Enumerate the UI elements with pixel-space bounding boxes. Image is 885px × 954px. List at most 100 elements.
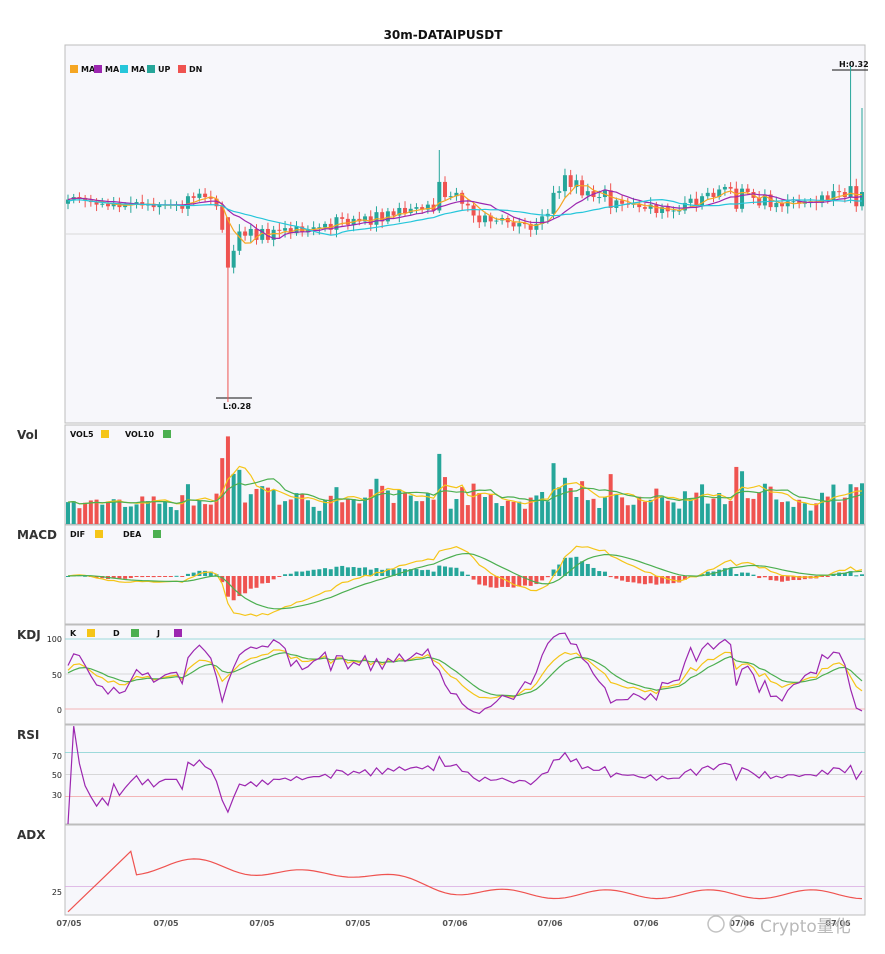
macd-bar: [254, 576, 259, 588]
volume-bar: [557, 487, 562, 524]
macd-bar: [225, 576, 230, 597]
candle-up: [585, 191, 590, 196]
candle-down: [443, 181, 448, 198]
macd-bar: [351, 567, 356, 576]
volume-bar: [123, 506, 128, 524]
x-tick: 07/05: [249, 919, 275, 928]
volume-bar: [66, 502, 70, 524]
volume-bar: [368, 489, 373, 524]
macd-bar: [145, 576, 150, 577]
volume-bar: [854, 487, 859, 524]
volume-bar: [477, 493, 482, 524]
low-label: L:0.28: [223, 402, 251, 411]
macd-bar: [774, 576, 779, 581]
volume-bar: [271, 489, 276, 524]
candle-up: [482, 215, 487, 223]
volume-bar: [574, 496, 579, 524]
volume-bar: [454, 499, 459, 524]
volume-bar: [831, 484, 836, 524]
candle-down: [203, 193, 208, 198]
volume-bar: [774, 499, 779, 524]
x-tick: 07/05: [153, 919, 179, 928]
candle-up: [740, 188, 745, 209]
macd-bar: [260, 576, 265, 584]
macd-bar: [323, 568, 328, 576]
volume-bar: [591, 498, 596, 524]
macd-bar: [311, 569, 316, 576]
macd-bar: [740, 572, 745, 576]
volume-bar: [660, 495, 665, 524]
candle-up: [700, 196, 705, 207]
candle-up: [66, 199, 70, 204]
x-tick: 07/06: [633, 919, 659, 928]
macd-bar: [328, 569, 333, 576]
macd-bar: [265, 576, 270, 583]
volume-bar: [751, 498, 756, 524]
candle-down: [580, 180, 585, 196]
macd-bar: [477, 576, 482, 585]
volume-bar: [88, 500, 93, 524]
candle-up: [185, 196, 190, 209]
macd-bar: [717, 569, 722, 576]
volume-bar: [283, 501, 288, 524]
candle-up: [494, 220, 499, 222]
candle-up: [774, 202, 779, 208]
candle-down: [465, 203, 470, 206]
candle-down: [225, 217, 230, 268]
candle-down: [340, 217, 345, 219]
macd-bar: [785, 576, 790, 581]
volume-bar: [522, 508, 527, 524]
macd-bar: [585, 563, 590, 576]
volume-bar: [648, 499, 653, 524]
candle-up: [722, 186, 727, 190]
macd-bar: [288, 573, 293, 576]
candle-up: [385, 211, 390, 222]
macd-bar: [294, 571, 299, 576]
volume-bar: [540, 491, 545, 524]
macd-bar: [654, 576, 659, 585]
macd-bar: [597, 571, 602, 576]
candle-down: [608, 190, 613, 208]
volume-bar: [357, 503, 362, 524]
candle-up: [100, 203, 105, 205]
macd-bar: [180, 576, 185, 577]
candle-down: [711, 192, 716, 198]
macd-bar: [185, 573, 190, 576]
high-label: H:0.32: [839, 60, 869, 69]
macd-bar: [591, 567, 596, 576]
volume-bar: [620, 497, 625, 524]
candle-up: [517, 223, 522, 227]
candle-up: [157, 205, 162, 208]
vol-label: Vol: [17, 428, 38, 442]
volume-bar: [500, 506, 505, 524]
volume-bar: [214, 493, 219, 524]
candle-up: [705, 192, 710, 197]
volume-bar: [797, 499, 802, 524]
macd-bar: [151, 576, 156, 578]
volume-bar: [545, 501, 550, 524]
x-tick: 07/05: [345, 919, 371, 928]
volume-bar: [700, 484, 705, 524]
macd-bar: [825, 576, 830, 577]
macd-bar: [174, 575, 179, 577]
volume-bar: [140, 496, 145, 524]
macd-bar: [431, 571, 436, 576]
macd-bar: [140, 576, 145, 578]
candle-down: [391, 211, 396, 216]
volume-bar: [83, 502, 88, 524]
candle-up: [323, 223, 328, 228]
volume-bar: [71, 501, 76, 524]
candle-down: [191, 196, 196, 198]
volume-bar: [671, 502, 676, 524]
kdj-tick-0: 0: [57, 706, 62, 715]
volume-bar: [254, 488, 259, 524]
x-axis: 07/05 07/05 07/05 07/05 07/06 07/06 07/0…: [56, 919, 851, 928]
volume-bar: [608, 474, 613, 524]
macd-bar: [545, 576, 550, 578]
volume-bar: [340, 502, 345, 524]
volume-bar: [705, 503, 710, 524]
volume-bar: [334, 487, 339, 524]
candle-up: [791, 201, 796, 203]
volume-bar: [311, 506, 316, 524]
macd-bar: [745, 572, 750, 576]
